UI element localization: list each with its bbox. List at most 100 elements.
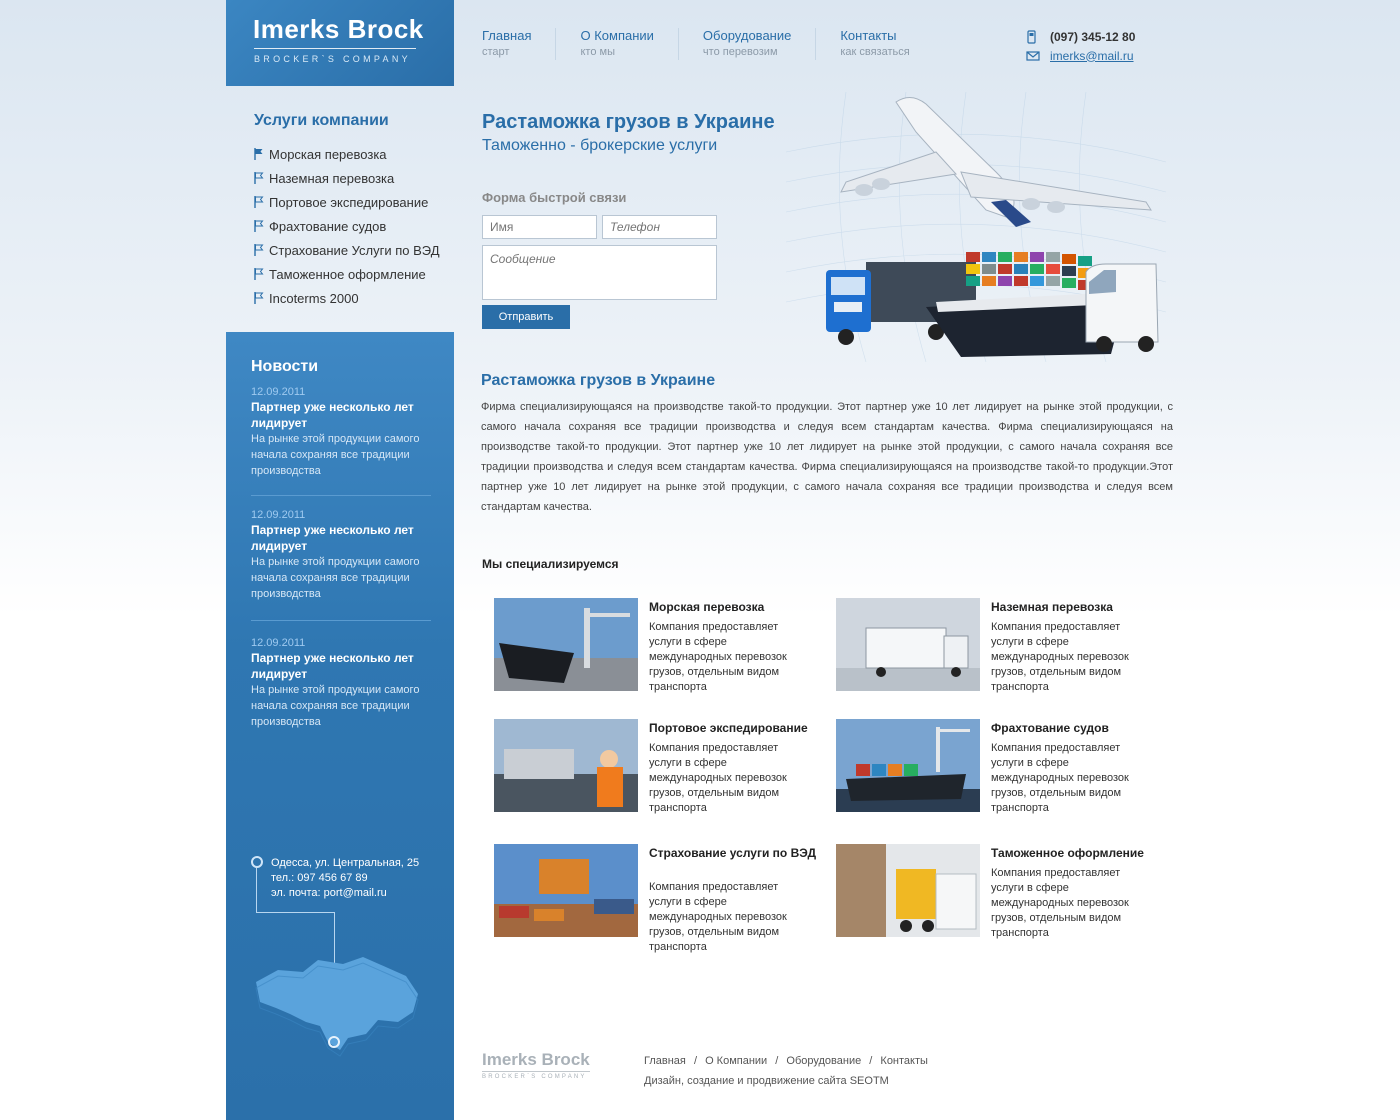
footer-nav: Главная / О Компании / Оборудование / Ко… (644, 1055, 928, 1067)
services-item-label: Портовое экспедирование (269, 194, 429, 210)
footer-separator: / (693, 1055, 697, 1067)
logo-subtitle: BROCKER`S COMPANY (254, 54, 411, 64)
service-card[interactable]: Таможенное оформление Компания предостав… (836, 844, 1166, 954)
address-connector (256, 868, 257, 912)
address-phone: тел.: 097 456 67 89 (271, 872, 368, 884)
service-card-desc: Компания предоставляет услуги в сфере ме… (991, 621, 1129, 693)
address-line: Одесса, ул. Центральная, 25 (271, 857, 420, 869)
quick-form-title: Форма быстрой связи (482, 190, 627, 205)
service-card-desc: Компания предоставляет услуги в сфере ме… (991, 742, 1129, 814)
specialize-title: Мы специализируемся (482, 557, 619, 571)
services-item[interactable]: Таможенное оформление (254, 262, 440, 286)
news-headline[interactable]: Партнер уже несколько лет лидирует (251, 650, 431, 682)
flag-icon (254, 220, 264, 232)
about-text: Фирма специализирующаяся на производстве… (481, 401, 1173, 513)
service-card[interactable]: Фрахтование судов Компания предоставляет… (836, 719, 1166, 829)
news-title: Новости (251, 358, 319, 375)
hero-title: Растаможка грузов в Украине (482, 111, 775, 133)
land-transport-image (836, 598, 980, 691)
nav-item-contacts[interactable]: Контакты как связаться (840, 28, 933, 60)
phone-input[interactable] (602, 215, 717, 239)
mail-icon (1026, 50, 1040, 61)
news-headline[interactable]: Партнер уже несколько лет лидирует (251, 522, 431, 554)
services-item-label: Наземная перевозка (269, 170, 395, 186)
address-connector (256, 912, 334, 913)
main-nav: Главная старт О Компании кто мы Оборудов… (482, 28, 958, 60)
nav-sublabel: старт (482, 46, 510, 58)
footer-logo[interactable]: Imerks Brock BROCKER`S COMPANY (482, 1050, 590, 1080)
services-item-label: Таможенное оформление (269, 266, 426, 282)
ved-insurance-image (494, 844, 638, 937)
news-headline[interactable]: Партнер уже несколько лет лидирует (251, 399, 431, 431)
flag-icon (254, 244, 264, 256)
news-date: 12.09.2011 (251, 386, 306, 398)
service-card-desc: Компания предоставляет услуги в сфере ме… (649, 742, 787, 814)
page: Imerks Brock BROCKER`S COMPANY Услуги ко… (226, 0, 1176, 1120)
news-date: 12.09.2011 (251, 637, 306, 649)
send-button[interactable]: Отправить (482, 305, 570, 329)
nav-item-about[interactable]: О Компании кто мы (580, 28, 679, 60)
logo-title: Imerks Brock (253, 14, 424, 44)
nav-sublabel: что перевозим (702, 46, 778, 58)
footer-link-about[interactable]: О Компании (705, 1055, 767, 1067)
nav-item-home[interactable]: Главная старт (482, 28, 557, 60)
service-card-desc: Компания предоставляет услуги в сфере ме… (991, 867, 1129, 939)
news-item: 12.09.2011 Партнер уже несколько лет лид… (251, 386, 431, 479)
about-title: Растаможка грузов в Украине (481, 372, 716, 389)
news-text: На рынке этой продукции самого начала со… (251, 684, 420, 728)
news-divider (251, 495, 431, 496)
service-card-title: Страхование услуги по ВЭД (649, 846, 817, 860)
flag-icon (254, 268, 264, 280)
news-date: 12.09.2011 (251, 509, 306, 521)
flag-icon (254, 172, 264, 184)
name-input[interactable] (482, 215, 597, 239)
footer-logo-subtitle: BROCKER`S COMPANY (482, 1071, 590, 1080)
service-card-desc: Компания предоставляет услуги в сфере ме… (649, 881, 787, 953)
services-item-label: Морская перевозка (269, 146, 387, 162)
flag-icon (254, 148, 263, 160)
message-textarea[interactable] (482, 245, 717, 300)
news-divider (251, 620, 431, 621)
contact-phone-row: (097) 345-12 80 (1026, 27, 1135, 46)
services-item[interactable]: Портовое экспедирование (254, 190, 440, 214)
airplane-icon (840, 97, 1152, 227)
ukraine-map-icon (255, 957, 419, 1057)
service-card[interactable]: Морская перевозка Компания предоставляет… (494, 598, 824, 708)
address-marker-icon (251, 856, 263, 868)
services-item[interactable]: Фрахтование судов (254, 214, 440, 238)
services-item[interactable]: Морская перевозка (254, 142, 440, 166)
van-icon (1085, 263, 1159, 352)
contact-email-row: imerks@mail.ru (1026, 46, 1135, 65)
address-block: Одесса, ул. Центральная, 25 тел.: 097 45… (271, 856, 419, 901)
footer-link-equipment[interactable]: Оборудование (786, 1055, 861, 1067)
services-title: Услуги компании (254, 112, 389, 129)
footer-logo-title: Imerks Brock (482, 1050, 590, 1069)
services-item-label: Фрахтование судов (269, 218, 387, 234)
footer-link-contacts[interactable]: Контакты (880, 1055, 928, 1067)
nav-item-equipment[interactable]: Оборудование что перевозим (702, 28, 817, 60)
ship-chartering-image (836, 719, 980, 812)
service-card[interactable]: Портовое экспедирование Компания предост… (494, 719, 824, 829)
service-card[interactable]: Страхование услуги по ВЭД Компания предо… (494, 844, 824, 954)
news-text: На рынке этой продукции самого начала со… (251, 556, 420, 600)
nav-label: Главная (482, 28, 532, 43)
transport-illustration (786, 92, 1166, 362)
logo[interactable]: Imerks Brock BROCKER`S COMPANY (226, 0, 454, 86)
sea-shipping-image (494, 598, 638, 691)
services-item[interactable]: Наземная перевозка (254, 166, 440, 190)
port-forwarding-image (494, 719, 638, 812)
news-item: 12.09.2011 Партнер уже несколько лет лид… (251, 509, 431, 602)
services-item[interactable]: Страхование Услуги по ВЭД (254, 238, 440, 262)
nav-label: Оборудование (702, 28, 792, 43)
services-item[interactable]: Incoterms 2000 (254, 286, 440, 310)
nav-sublabel: кто мы (580, 46, 615, 58)
service-card-title: Наземная перевозка (991, 600, 1113, 614)
contact-email-link[interactable]: imerks@mail.ru (1050, 49, 1134, 63)
service-card-desc: Компания предоставляет услуги в сфере ме… (649, 621, 787, 693)
service-card-title: Морская перевозка (649, 600, 765, 614)
contact-phone: (097) 345-12 80 (1050, 29, 1136, 44)
news-panel: Новости 12.09.2011 Партнер уже несколько… (226, 332, 454, 1120)
news-item: 12.09.2011 Партнер уже несколько лет лид… (251, 637, 431, 730)
service-card[interactable]: Наземная перевозка Компания предоставляе… (836, 598, 1166, 708)
footer-link-home[interactable]: Главная (644, 1055, 686, 1067)
